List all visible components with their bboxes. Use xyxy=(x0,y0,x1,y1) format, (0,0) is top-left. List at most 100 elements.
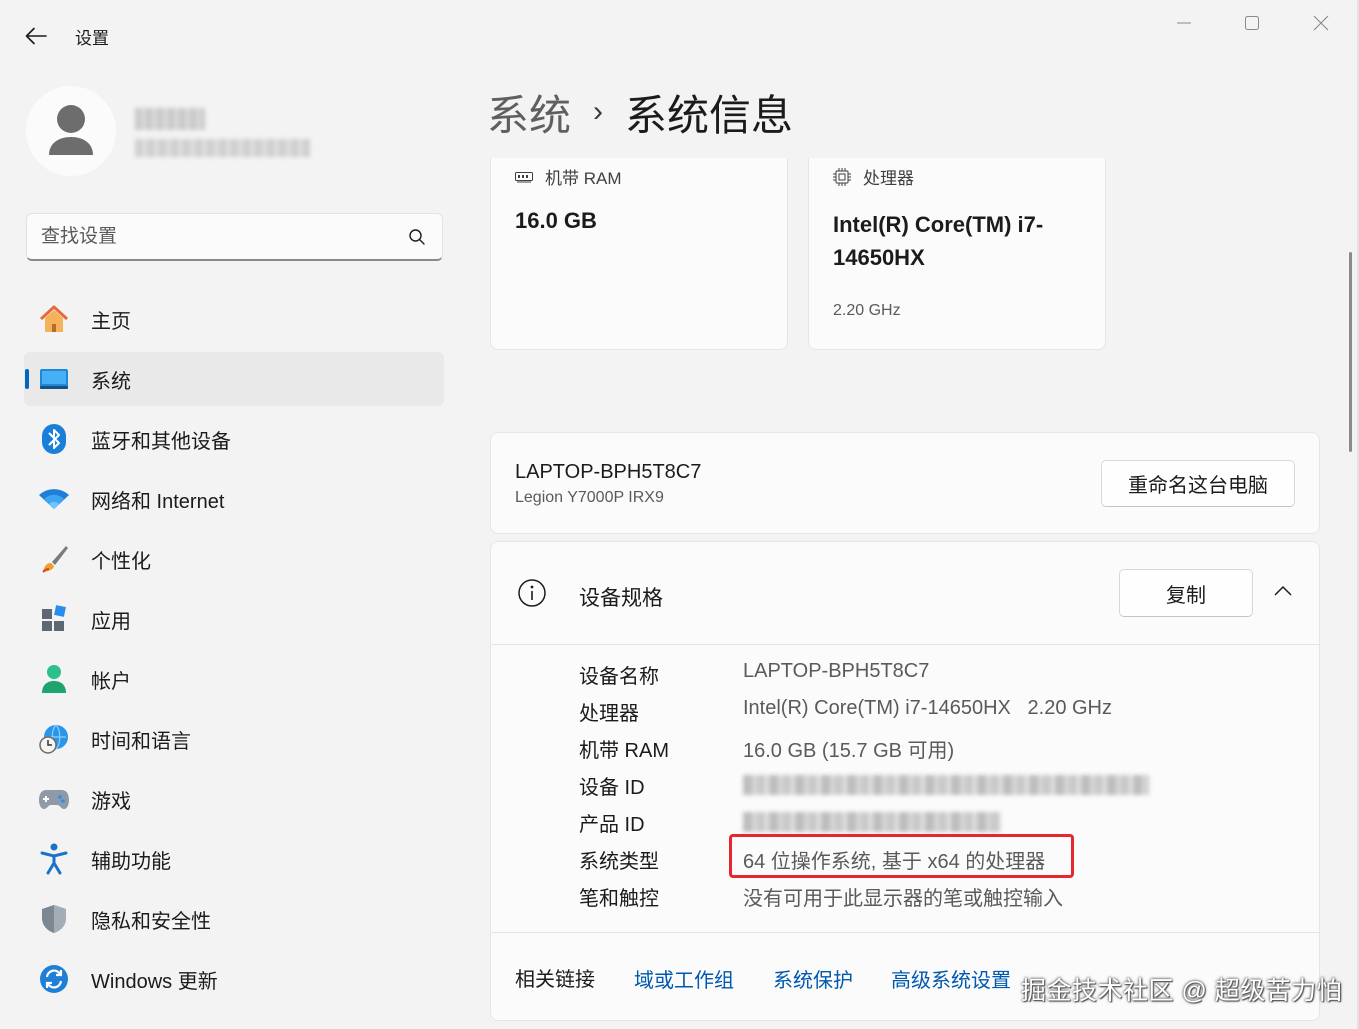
sidebar-item-privacy[interactable]: 隐私和安全性 xyxy=(24,892,444,946)
gamepad-icon xyxy=(38,784,70,814)
sidebar-item-label: 系统 xyxy=(91,370,131,393)
copy-button[interactable]: 复制 xyxy=(1119,569,1253,617)
redacted-device-id xyxy=(743,775,1149,795)
search-box[interactable] xyxy=(26,213,443,261)
title-bar: 设置 xyxy=(0,0,1359,72)
sidebar-item-time-language[interactable]: 时间和语言 xyxy=(24,712,444,766)
spec-key: 处理器 xyxy=(579,703,639,725)
close-icon xyxy=(1313,15,1329,31)
spec-value: 16.0 GB (15.7 GB 可用) xyxy=(743,740,955,762)
spec-row-ram: 机带 RAM 16.0 GB (15.7 GB 可用) xyxy=(491,734,1319,771)
sidebar-item-label: 网络和 Internet xyxy=(91,490,225,513)
ram-card-header: 机带 RAM xyxy=(515,164,622,189)
device-model: Legion Y7000P IRX9 xyxy=(515,489,664,506)
back-button[interactable] xyxy=(16,18,56,54)
sidebar-item-label: 主页 xyxy=(91,310,131,333)
sidebar-item-label: 蓝牙和其他设备 xyxy=(91,430,231,453)
user-name[interactable] xyxy=(135,108,205,130)
sidebar-item-label: 隐私和安全性 xyxy=(91,910,211,933)
sidebar-item-label: 游戏 xyxy=(91,790,131,813)
spec-key: 设备 ID xyxy=(579,777,645,799)
sidebar-nav: 主页 系统 蓝牙和其他设备 网络和 Internet 个性化 应用 帐户 时间和… xyxy=(24,292,444,1012)
spec-key: 产品 ID xyxy=(579,814,645,836)
sidebar-item-accessibility[interactable]: 辅助功能 xyxy=(24,832,444,886)
avatar[interactable] xyxy=(26,86,116,176)
spec-list: 设备名称 LAPTOP-BPH5T8C7 处理器 Intel(R) Core(T… xyxy=(491,660,1319,919)
memory-icon xyxy=(515,171,533,183)
device-specs-panel: 设备规格 复制 设备名称 LAPTOP-BPH5T8C7 处理器 Intel(R… xyxy=(490,541,1320,1021)
sidebar-item-home[interactable]: 主页 xyxy=(24,292,444,346)
page-title: 系统信息 xyxy=(625,91,794,139)
person-icon xyxy=(49,105,93,155)
link-system-protection[interactable]: 系统保护 xyxy=(773,964,853,993)
info-icon xyxy=(517,578,547,613)
sidebar-item-bluetooth[interactable]: 蓝牙和其他设备 xyxy=(24,412,444,466)
related-links-label: 相关链接 xyxy=(515,969,595,991)
sidebar-item-label: Windows 更新 xyxy=(91,970,218,993)
spec-row-device-name: 设备名称 LAPTOP-BPH5T8C7 xyxy=(491,660,1319,697)
ram-card: 机带 RAM 16.0 GB xyxy=(490,158,788,350)
scrollbar-thumb[interactable] xyxy=(1349,252,1352,452)
spec-key: 系统类型 xyxy=(579,851,659,873)
highlight-annotation xyxy=(729,834,1074,878)
breadcrumb: 系统 › 系统信息 xyxy=(487,82,793,142)
processor-icon xyxy=(833,167,851,186)
sidebar-item-apps[interactable]: 应用 xyxy=(24,592,444,646)
redacted-product-id xyxy=(743,812,1001,832)
device-specs-title: 设备规格 xyxy=(579,587,663,610)
device-name-card: LAPTOP-BPH5T8C7 Legion Y7000P IRX9 重命名这台… xyxy=(490,432,1320,534)
minimize-icon xyxy=(1177,22,1191,24)
globe-clock-icon xyxy=(38,724,70,754)
wifi-icon xyxy=(38,484,70,514)
chevron-right-icon: › xyxy=(593,95,604,128)
search-input[interactable] xyxy=(41,222,391,252)
sidebar-item-accounts[interactable]: 帐户 xyxy=(24,652,444,706)
processor-card: 处理器 Intel(R) Core(TM) i7-14650HX 2.20 GH… xyxy=(808,158,1106,350)
search-icon[interactable] xyxy=(408,228,426,251)
spec-value: Intel(R) Core(TM) i7-14650HX 2.20 GHz xyxy=(743,697,1113,719)
spec-key: 机带 RAM xyxy=(579,740,669,762)
system-icon xyxy=(38,364,70,394)
processor-frequency: 2.20 GHz xyxy=(833,302,901,319)
breadcrumb-parent[interactable]: 系统 xyxy=(487,82,571,143)
spec-row-device-id: 设备 ID xyxy=(491,771,1319,808)
device-name: LAPTOP-BPH5T8C7 xyxy=(515,461,702,483)
user-email xyxy=(135,139,310,157)
shield-icon xyxy=(38,904,70,934)
sidebar-item-system[interactable]: 系统 xyxy=(24,352,444,406)
spec-key: 设备名称 xyxy=(579,666,659,688)
minimize-button[interactable] xyxy=(1161,8,1207,38)
sidebar-item-label: 辅助功能 xyxy=(91,850,171,873)
sidebar-item-gaming[interactable]: 游戏 xyxy=(24,772,444,826)
sidebar-item-label: 个性化 xyxy=(91,550,151,573)
spec-value: LAPTOP-BPH5T8C7 xyxy=(743,660,930,682)
close-button[interactable] xyxy=(1298,8,1344,38)
sidebar-item-personalization[interactable]: 个性化 xyxy=(24,532,444,586)
account-icon xyxy=(38,664,70,694)
maximize-button[interactable] xyxy=(1229,8,1275,38)
spec-row-pen-touch: 笔和触控 没有可用于此显示器的笔或触控输入 xyxy=(491,882,1319,919)
processor-card-header: 处理器 xyxy=(833,164,914,189)
spec-row-processor: 处理器 Intel(R) Core(TM) i7-14650HX 2.20 GH… xyxy=(491,697,1319,734)
maximize-icon xyxy=(1245,16,1259,30)
settings-window: 设置 主页 xyxy=(0,0,1359,1029)
rename-pc-button[interactable]: 重命名这台电脑 xyxy=(1101,460,1295,507)
sidebar-item-windows-update[interactable]: Windows 更新 xyxy=(24,952,444,1006)
back-arrow-icon xyxy=(25,27,47,45)
watermark: 掘金技术社区 @ 超级苦力怕 xyxy=(1021,977,1343,1005)
update-icon xyxy=(38,964,70,994)
device-specs-header[interactable]: 设备规格 复制 xyxy=(491,542,1319,645)
spec-value: 没有可用于此显示器的笔或触控输入 xyxy=(743,888,1063,910)
spec-value-redacted xyxy=(743,771,1149,801)
processor-value: Intel(R) Core(TM) i7-14650HX xyxy=(833,212,1044,270)
sidebar-item-label: 应用 xyxy=(91,610,131,633)
home-icon xyxy=(38,304,70,334)
link-advanced-system-settings[interactable]: 高级系统设置 xyxy=(891,964,1011,993)
apps-icon xyxy=(38,604,70,634)
spec-key: 笔和触控 xyxy=(579,888,659,910)
sidebar-item-label: 时间和语言 xyxy=(91,730,191,753)
sidebar-item-network[interactable]: 网络和 Internet xyxy=(24,472,444,526)
accessibility-icon xyxy=(38,843,70,875)
chevron-up-icon[interactable] xyxy=(1273,584,1293,603)
link-domain-workgroup[interactable]: 域或工作组 xyxy=(634,964,734,993)
